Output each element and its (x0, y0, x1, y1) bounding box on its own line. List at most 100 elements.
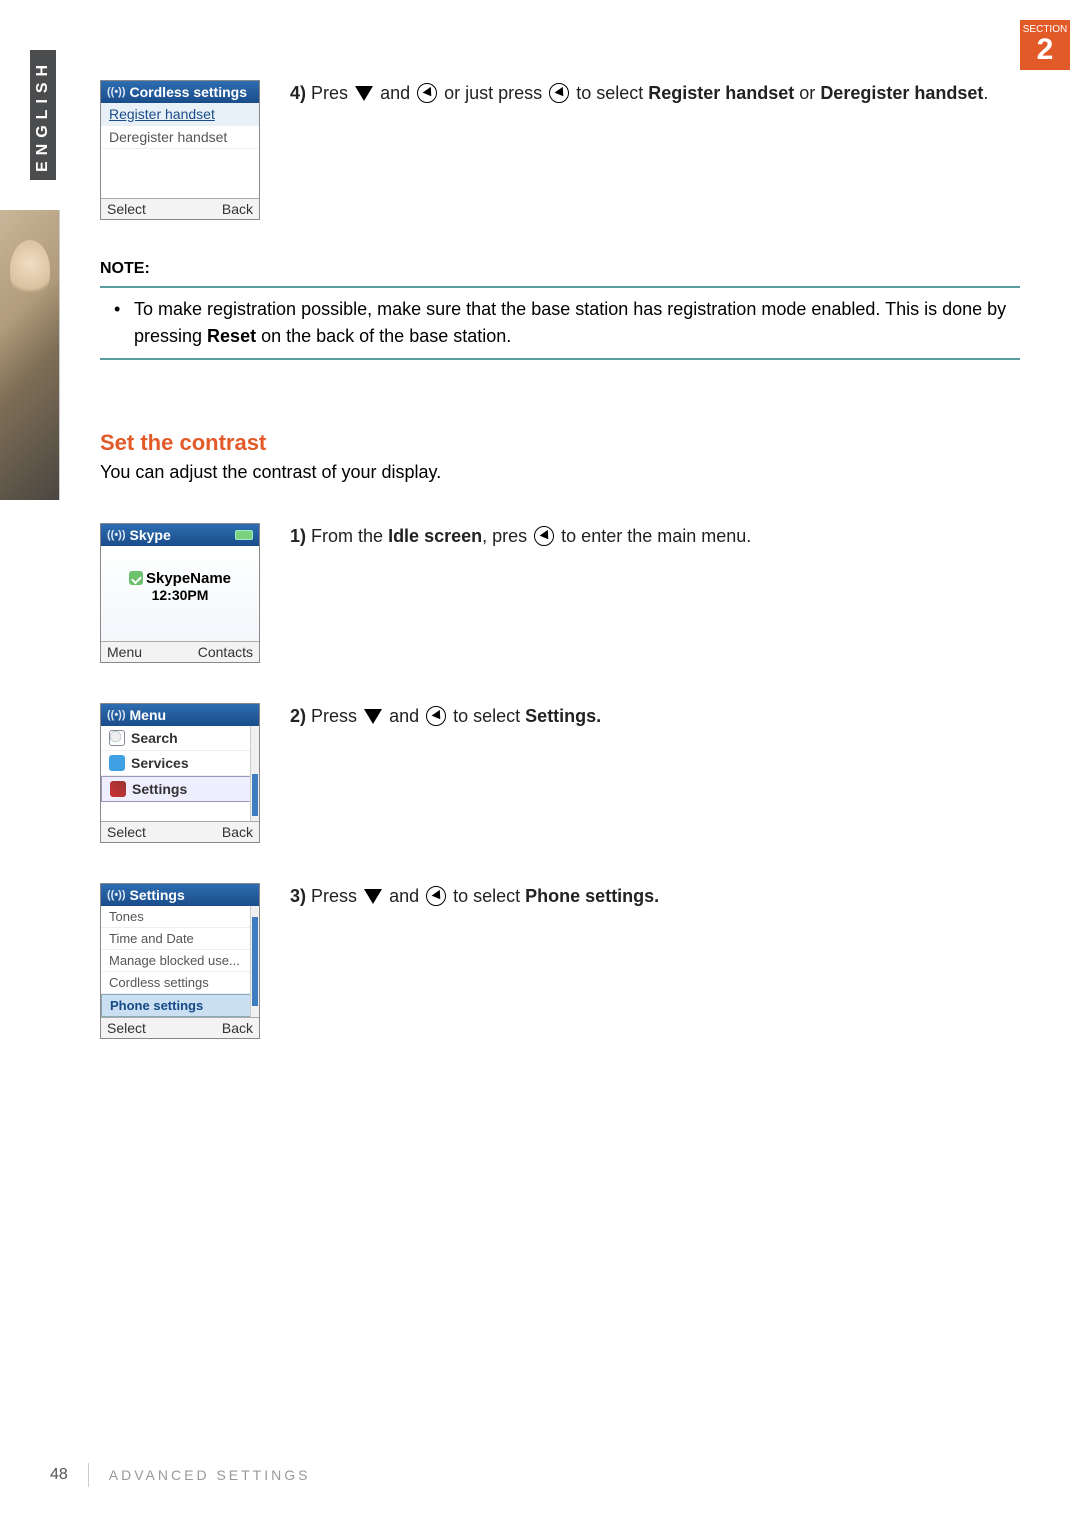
settings-body: Tones Time and Date Manage blocked use..… (101, 906, 259, 1017)
down-arrow-icon (364, 889, 382, 904)
s1-t1: From the (311, 526, 388, 546)
softkey-select: Select (107, 1020, 146, 1036)
menu-title: Menu (130, 707, 167, 723)
menu-item-label: Settings (132, 781, 187, 797)
note-rule-top (100, 286, 1020, 288)
s4-t5: or (799, 83, 820, 103)
footer-text: ADVANCED SETTINGS (109, 1467, 311, 1483)
signal-icon: ((•)) (107, 529, 126, 541)
services-icon (109, 755, 125, 771)
s4-t3: or just press (444, 83, 547, 103)
settings-icon (110, 781, 126, 797)
softkey-back: Back (222, 1020, 253, 1036)
settings-softkeys: Select Back (101, 1017, 259, 1038)
idle-softkeys: Menu Contacts (101, 641, 259, 662)
step1-text: 1) From the Idle screen, pres to enter t… (290, 523, 1020, 550)
language-tab: ENGLISH (30, 50, 56, 180)
s4-t2: and (380, 83, 415, 103)
note-label: NOTE: (100, 260, 1020, 278)
heading-set-contrast: Set the contrast (100, 430, 1020, 456)
note-t2: on the back of the base station. (261, 326, 511, 346)
page-footer: 48 ADVANCED SETTINGS (50, 1463, 310, 1487)
s3-t3: to select (453, 886, 525, 906)
step2-text: 2) Press and to select Settings. (290, 703, 1020, 730)
menu-titlebar: ((•)) Menu (101, 704, 259, 726)
s1-t2: , pres (482, 526, 532, 546)
page-content: ((•)) Cordless settings Register handset… (100, 80, 1020, 1079)
idle-body: SkypeName 12:30PM (101, 546, 259, 641)
cordless-titlebar: ((•)) Cordless settings (101, 81, 259, 103)
cordless-item-deregister: Deregister handset (101, 126, 259, 149)
screenshot-idle: ((•)) Skype SkypeName 12:30PM Menu Conta… (100, 523, 260, 663)
cordless-title: Cordless settings (130, 84, 247, 100)
sub-set-contrast: You can adjust the contrast of your disp… (100, 462, 1020, 483)
note-rule-bottom (100, 358, 1020, 360)
softkey-select: Select (107, 201, 146, 217)
settings-titlebar: ((•)) Settings (101, 884, 259, 906)
softkey-back: Back (222, 824, 253, 840)
softkey-menu: Menu (107, 644, 142, 660)
section-badge: SECTION 2 (1020, 20, 1070, 70)
s2-t2: and (389, 706, 424, 726)
step3-row: ((•)) Settings Tones Time and Date Manag… (100, 883, 1020, 1039)
step1-num: 1) (290, 526, 306, 546)
settings-item-tones: Tones (101, 906, 259, 928)
select-key-icon (534, 526, 554, 546)
menu-item-services: Services (101, 751, 259, 776)
signal-icon: ((•)) (107, 86, 126, 98)
s3-b1: Phone settings. (525, 886, 659, 906)
menu-item-label: Services (131, 755, 189, 771)
step1-row: ((•)) Skype SkypeName 12:30PM Menu Conta… (100, 523, 1020, 663)
s1-t3: to enter the main menu. (561, 526, 751, 546)
menu-item-label: Search (131, 730, 178, 746)
screenshot-settings: ((•)) Settings Tones Time and Date Manag… (100, 883, 260, 1039)
settings-title: Settings (130, 887, 185, 903)
page-number: 48 (50, 1466, 68, 1484)
settings-scrollbar (250, 906, 259, 1017)
s4-b1: Register handset (648, 83, 794, 103)
step4-row: ((•)) Cordless settings Register handset… (100, 80, 1020, 220)
menu-scrollbar (250, 726, 259, 821)
cordless-body: Register handset Deregister handset (101, 103, 259, 198)
idle-title: Skype (130, 527, 171, 543)
menu-softkeys: Select Back (101, 821, 259, 842)
select-key-icon (417, 83, 437, 103)
idle-skypename: SkypeName (146, 570, 231, 587)
note-text: To make registration possible, make sure… (100, 296, 1020, 350)
select-key-icon (549, 83, 569, 103)
settings-item-phone: Phone settings (101, 994, 259, 1017)
menu-item-search: Search (101, 726, 259, 751)
signal-icon: ((•)) (107, 889, 126, 901)
scrollbar-thumb (252, 917, 258, 1006)
cordless-softkeys: Select Back (101, 198, 259, 219)
s1-b1: Idle screen (388, 526, 482, 546)
down-arrow-icon (364, 709, 382, 724)
settings-item-cordless: Cordless settings (101, 972, 259, 994)
idle-titlebar: ((•)) Skype (101, 524, 259, 546)
settings-item-blocked: Manage blocked use... (101, 950, 259, 972)
s2-b1: Settings. (525, 706, 601, 726)
s2-t3: to select (453, 706, 525, 726)
scrollbar-thumb (252, 774, 258, 817)
signal-icon: ((•)) (107, 709, 126, 721)
search-icon (109, 730, 125, 746)
note-b1: Reset (207, 326, 256, 346)
side-photo (0, 210, 60, 500)
step3-text: 3) Press and to select Phone settings. (290, 883, 1020, 910)
s3-t1: Press (311, 886, 362, 906)
s4-t6: . (983, 83, 988, 103)
status-check-icon (129, 571, 143, 585)
select-key-icon (426, 706, 446, 726)
step2-row: ((•)) Menu Search Services Settings Sele… (100, 703, 1020, 843)
note-block: NOTE: To make registration possible, mak… (100, 260, 1020, 360)
screenshot-menu: ((•)) Menu Search Services Settings Sele… (100, 703, 260, 843)
down-arrow-icon (355, 86, 373, 101)
softkey-select: Select (107, 824, 146, 840)
menu-item-settings: Settings (101, 776, 259, 802)
softkey-back: Back (222, 201, 253, 217)
step4-num: 4) (290, 83, 306, 103)
menu-body: Search Services Settings (101, 726, 259, 821)
battery-icon (235, 530, 253, 540)
step3-num: 3) (290, 886, 306, 906)
s4-t1: Pres (311, 83, 353, 103)
